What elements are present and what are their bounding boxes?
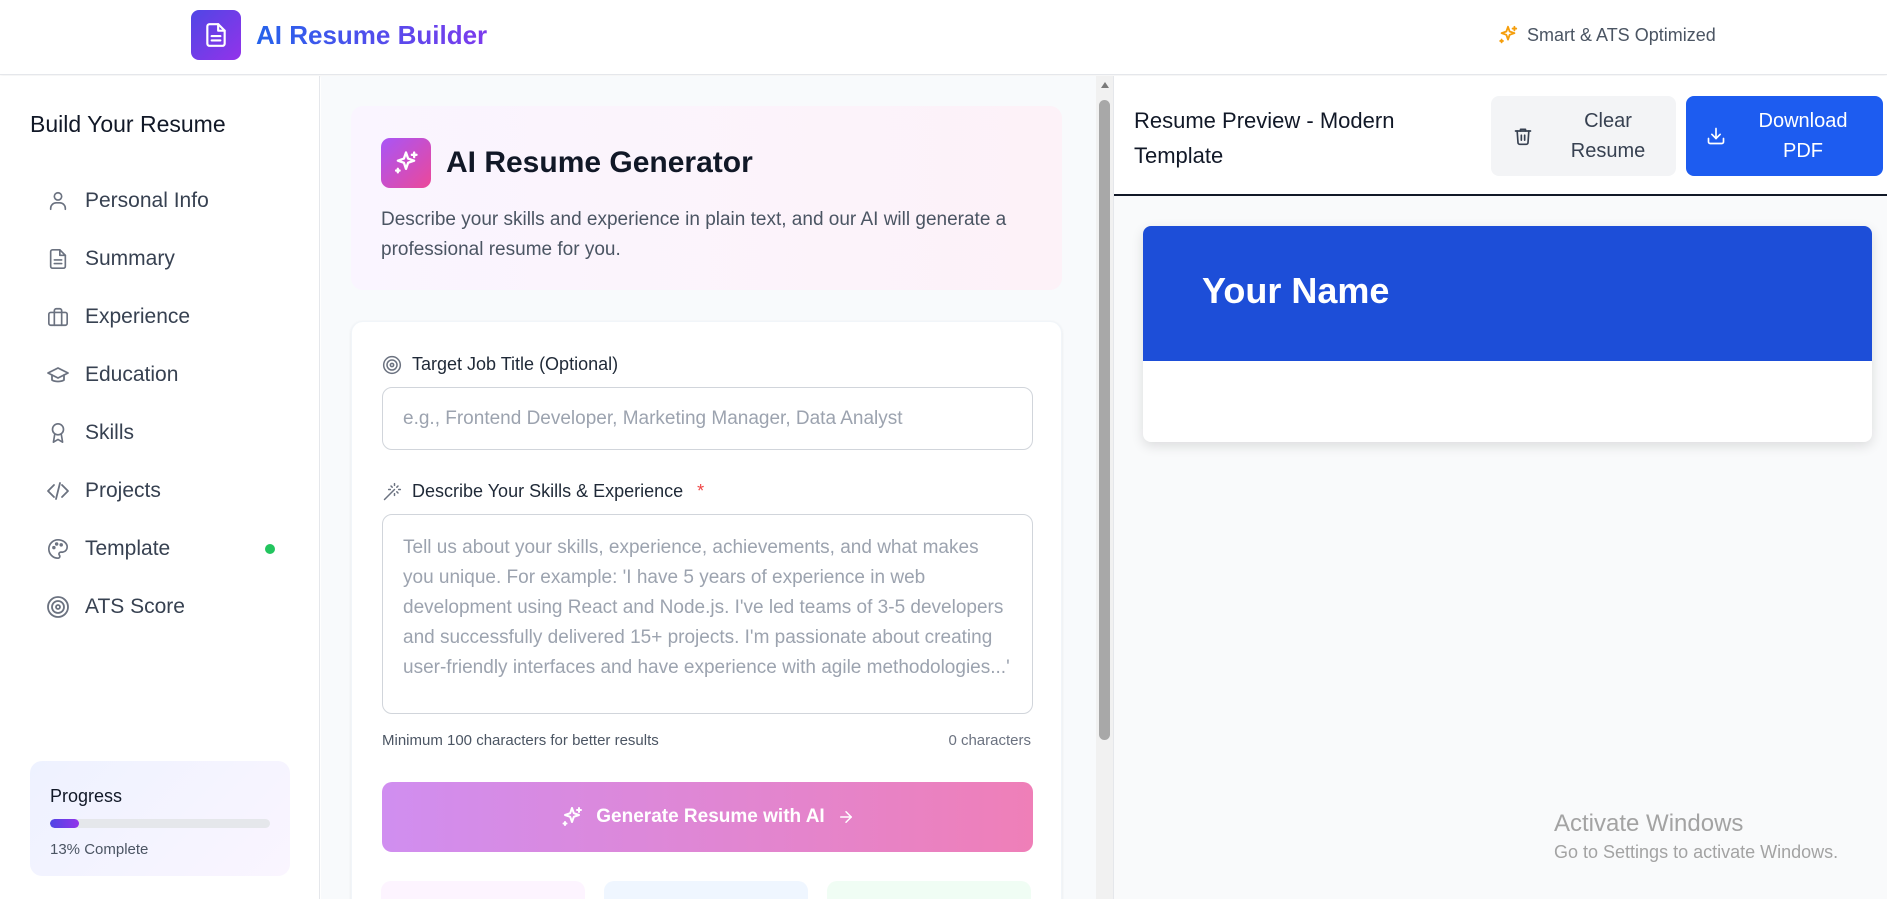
sidebar-item-summary[interactable]: Summary xyxy=(30,234,285,284)
briefcase-icon xyxy=(45,304,71,330)
sidebar-item-label: ATS Score xyxy=(85,595,185,618)
clear-button-label: Clear Resume xyxy=(1570,110,1646,162)
feature-card xyxy=(381,881,585,899)
sparkles-icon xyxy=(562,807,583,826)
feature-card xyxy=(827,881,1031,899)
code-icon xyxy=(45,478,71,504)
sidebar-item-label: Projects xyxy=(85,479,161,502)
scroll-up-arrow-icon[interactable] xyxy=(1096,78,1113,92)
top-bar: AI Resume Builder Smart & ATS Optimized xyxy=(0,0,1887,75)
generator-form: Target Job Title (Optional) Describe You… xyxy=(351,321,1062,899)
award-icon xyxy=(45,420,71,446)
progress-bar xyxy=(50,819,270,828)
graduation-cap-icon xyxy=(45,362,71,388)
sidebar-item-ats-score[interactable]: ATS Score xyxy=(30,582,285,632)
progress-bar-fill xyxy=(50,819,79,828)
skills-textarea[interactable] xyxy=(382,514,1033,714)
download-icon xyxy=(1707,127,1725,145)
sidebar-item-label: Template xyxy=(85,537,171,560)
sidebar-item-label: Personal Info xyxy=(85,189,209,212)
generator-title: AI Resume Generator xyxy=(446,146,753,179)
watermark-subtitle: Go to Settings to activate Windows. xyxy=(1554,842,1839,862)
generate-resume-button[interactable]: Generate Resume with AI xyxy=(382,782,1033,852)
target-icon xyxy=(382,355,402,374)
generator-panel: AI Resume Generator Describe your skills… xyxy=(321,76,1096,899)
sidebar-item-skills[interactable]: Skills xyxy=(30,408,285,458)
required-mark: * xyxy=(697,481,705,501)
sidebar-item-label: Summary xyxy=(85,247,175,270)
sparkles-icon xyxy=(381,138,431,188)
app-title[interactable]: AI Resume Builder xyxy=(256,20,487,51)
sidebar-item-personal-info[interactable]: Personal Info xyxy=(30,176,285,226)
clear-resume-button[interactable]: Clear Resume xyxy=(1491,96,1676,176)
skills-label: Describe Your Skills & Experience * xyxy=(382,481,704,502)
sidebar-item-experience[interactable]: Experience xyxy=(30,292,285,342)
user-icon xyxy=(45,188,71,214)
job-title-input[interactable] xyxy=(382,387,1033,450)
scrollbar-thumb[interactable] xyxy=(1099,100,1110,740)
watermark-title: Activate Windows xyxy=(1554,810,1744,837)
app-logo[interactable] xyxy=(191,10,241,60)
sidebar-item-label: Education xyxy=(85,363,179,386)
sidebar-item-projects[interactable]: Projects xyxy=(30,466,285,516)
resume-name: Your Name xyxy=(1202,270,1390,311)
job-title-label-text: Target Job Title (Optional) xyxy=(412,354,619,374)
status-dot xyxy=(265,544,275,554)
progress-title: Progress xyxy=(50,786,123,806)
generator-description: Describe your skills and experience in p… xyxy=(381,209,1007,260)
resume-header: Your Name xyxy=(1143,226,1872,361)
sidebar-heading: Build Your Resume xyxy=(30,111,226,137)
feature-card xyxy=(604,881,808,899)
resume-preview: Your Name xyxy=(1143,226,1872,442)
sidebar-item-label: Skills xyxy=(85,421,135,444)
tagline: Smart & ATS Optimized xyxy=(1497,24,1716,46)
document-icon xyxy=(45,246,71,272)
scrollbar[interactable] xyxy=(1096,76,1113,899)
activate-windows-watermark: Activate Windows Go to Settings to activ… xyxy=(1554,810,1838,863)
job-title-label: Target Job Title (Optional) xyxy=(382,354,618,375)
progress-card: Progress 13% Complete xyxy=(30,761,290,876)
min-chars-hint: Minimum 100 characters for better result… xyxy=(382,732,659,749)
skills-label-text: Describe Your Skills & Experience xyxy=(412,481,684,501)
sidebar: Build Your Resume Personal Info Summary … xyxy=(0,76,320,899)
preview-header: Resume Preview - Modern Template Clear R… xyxy=(1114,76,1887,196)
progress-text: 13% Complete xyxy=(50,841,149,858)
sparkles-icon xyxy=(1499,25,1518,44)
sidebar-item-template[interactable]: Template xyxy=(30,524,285,574)
tagline-text: Smart & ATS Optimized xyxy=(1527,24,1716,45)
download-button-label: Download PDF xyxy=(1758,110,1848,162)
preview-panel: Resume Preview - Modern Template Clear R… xyxy=(1113,76,1887,899)
palette-icon xyxy=(45,536,71,562)
sidebar-item-label: Experience xyxy=(85,305,191,328)
char-count: 0 characters xyxy=(948,732,1031,749)
download-pdf-button[interactable]: Download PDF xyxy=(1686,96,1883,176)
generator-hero: AI Resume Generator Describe your skills… xyxy=(351,106,1062,290)
arrow-right-icon xyxy=(839,811,852,823)
magic-wand-icon xyxy=(383,482,402,500)
trash-icon xyxy=(1514,128,1532,146)
generate-button-label: Generate Resume with AI xyxy=(596,806,825,827)
preview-title: Resume Preview - Modern Template xyxy=(1134,108,1395,168)
target-icon xyxy=(45,594,71,620)
document-icon xyxy=(206,23,226,47)
sidebar-item-education[interactable]: Education xyxy=(30,350,285,400)
